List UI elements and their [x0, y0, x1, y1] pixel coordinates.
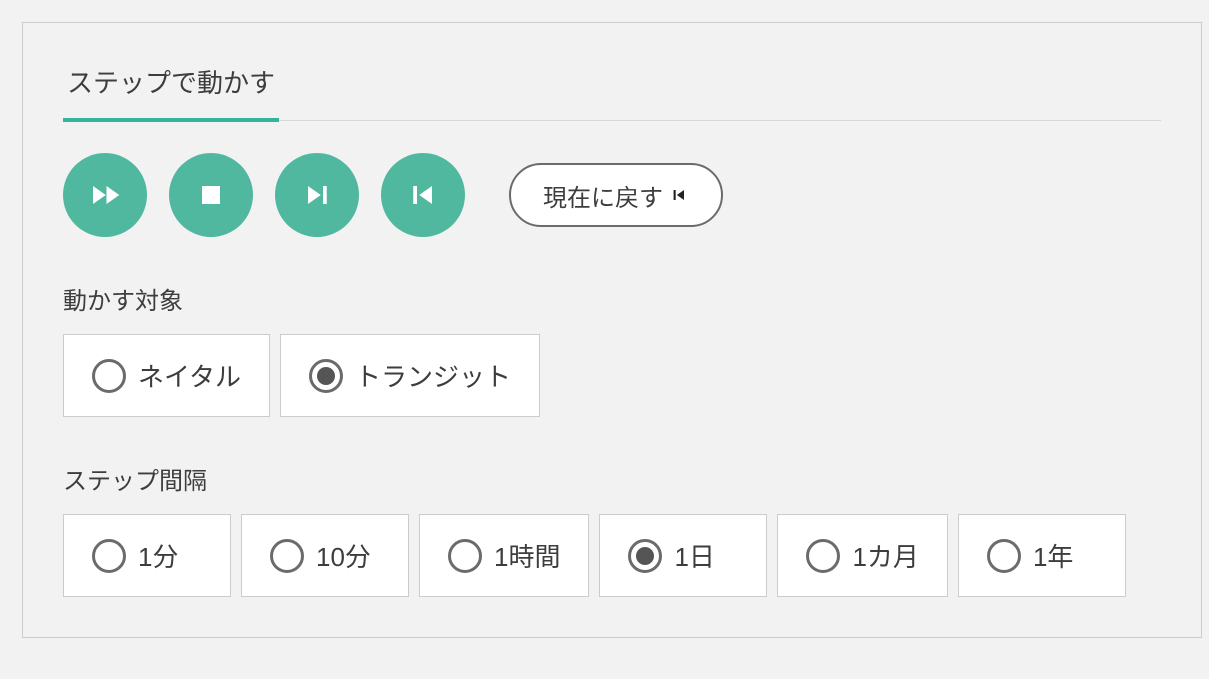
tab-bar: ステップで動かす [63, 63, 1161, 121]
skip-previous-icon [669, 185, 689, 205]
tab-step-move[interactable]: ステップで動かす [63, 63, 279, 122]
radio-10min[interactable]: 10分 [241, 514, 409, 597]
radio-1hour[interactable]: 1時間 [419, 514, 589, 597]
tab-label: ステップで動かす [67, 68, 275, 98]
radio-label: 1日 [674, 537, 714, 574]
radio-mark [987, 539, 1021, 573]
fast-forward-button[interactable] [63, 153, 147, 237]
skip-next-button[interactable] [275, 153, 359, 237]
interval-section-label: ステップ間隔 [63, 461, 1161, 496]
reset-label: 現在に戻す [543, 178, 663, 213]
radio-1day[interactable]: 1日 [599, 514, 767, 597]
radio-mark [92, 539, 126, 573]
radio-mark [270, 539, 304, 573]
step-panel: ステップで動かす 現在に戻す 動かす対象 ネイタル トランジット ステッ [22, 22, 1202, 638]
radio-label: 1カ月 [852, 537, 918, 574]
radio-transit[interactable]: トランジット [280, 334, 540, 417]
radio-label: ネイタル [138, 357, 241, 394]
playback-controls: 現在に戻す [63, 153, 1161, 237]
radio-label: 1分 [138, 537, 178, 574]
radio-mark [448, 539, 482, 573]
skip-previous-icon [405, 177, 441, 213]
radio-label: 10分 [316, 537, 371, 574]
fast-forward-icon [87, 177, 123, 213]
target-section-label: 動かす対象 [63, 281, 1161, 316]
stop-icon [193, 177, 229, 213]
radio-label: 1年 [1033, 537, 1073, 574]
stop-button[interactable] [169, 153, 253, 237]
reset-to-now-button[interactable]: 現在に戻す [509, 163, 723, 227]
skip-previous-button[interactable] [381, 153, 465, 237]
interval-radio-group: 1分 10分 1時間 1日 1カ月 1年 [63, 514, 1161, 597]
radio-1month[interactable]: 1カ月 [777, 514, 947, 597]
radio-mark [628, 539, 662, 573]
radio-mark [92, 359, 126, 393]
radio-natal[interactable]: ネイタル [63, 334, 270, 417]
radio-mark [806, 539, 840, 573]
radio-mark [309, 359, 343, 393]
radio-label: 1時間 [494, 537, 560, 574]
target-radio-group: ネイタル トランジット [63, 334, 1161, 417]
radio-label: トランジット [355, 357, 511, 394]
skip-next-icon [299, 177, 335, 213]
radio-1year[interactable]: 1年 [958, 514, 1126, 597]
radio-1min[interactable]: 1分 [63, 514, 231, 597]
